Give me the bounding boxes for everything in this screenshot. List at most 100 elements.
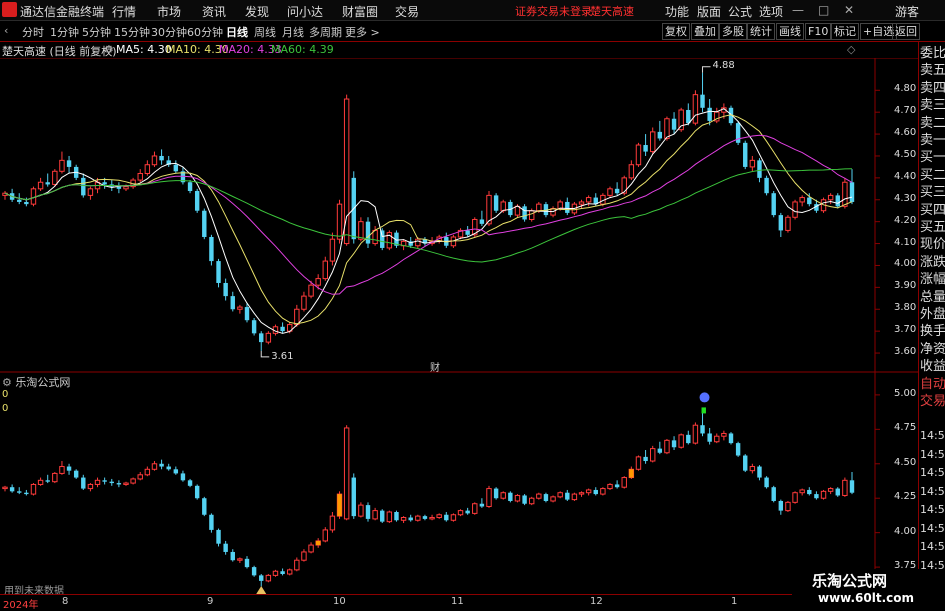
f10-button[interactable]: F10 xyxy=(805,23,832,40)
tab-more[interactable]: 更多 > xyxy=(345,24,380,40)
side-panel-item[interactable]: 净资 xyxy=(920,342,945,357)
settings-gear-icon[interactable]: ⚙ xyxy=(104,43,114,56)
price-bearish-candle xyxy=(216,261,221,283)
mark-button[interactable]: 标记 xyxy=(831,23,859,40)
side-panel-item[interactable]: 买二 xyxy=(920,168,945,183)
indicator-bearish-candle xyxy=(45,480,50,482)
side-panel-item[interactable]: 涨跌 xyxy=(920,255,945,270)
menu-item-discover[interactable]: 发现 xyxy=(245,3,269,20)
price-bullish-candle xyxy=(37,181,44,190)
side-panel-item[interactable]: 换手 xyxy=(920,324,945,339)
side-panel-item[interactable]: 自动 xyxy=(920,377,945,392)
menu-item-ask[interactable]: 问小达 xyxy=(287,3,323,20)
price-bearish-candle xyxy=(849,182,855,202)
menu-item-options[interactable]: 选项 xyxy=(759,3,783,20)
overlay-button[interactable]: 叠加 xyxy=(691,23,719,40)
multi-stock-button[interactable]: 多股 xyxy=(719,23,747,40)
tab-5min[interactable]: 5分钟 xyxy=(82,24,111,40)
indicator-bullish-candle xyxy=(400,517,407,521)
side-panel-item[interactable]: 买四 xyxy=(920,203,945,218)
tab-intraday[interactable]: 分时 xyxy=(22,24,44,40)
side-panel-item[interactable]: 卖一 xyxy=(920,133,945,148)
side-panel-item[interactable]: 交易 xyxy=(920,394,945,409)
side-panel-item[interactable]: 买三 xyxy=(920,185,945,200)
watermark-title: 乐淘公式网 xyxy=(812,572,888,590)
side-panel-item[interactable]: 总量 xyxy=(920,290,945,305)
price-bullish-candle xyxy=(678,109,684,131)
price-axis-label: 3.70 xyxy=(894,324,917,336)
side-panel-item[interactable]: 涨幅 xyxy=(920,272,945,287)
indicator-bearish-candle xyxy=(807,489,812,495)
guest-label[interactable]: 游客 xyxy=(895,3,919,20)
chevron-left-icon[interactable]: ‹ xyxy=(4,24,8,37)
tab-multi-period[interactable]: 多周期 xyxy=(309,24,342,40)
tab-daily[interactable]: 日线 xyxy=(226,24,248,40)
menu-item-function[interactable]: 功能 xyxy=(665,3,689,20)
indicator-bullish-candle xyxy=(600,488,606,495)
tab-30min[interactable]: 30分钟 xyxy=(151,24,187,40)
menu-item-news[interactable]: 资讯 xyxy=(202,3,226,20)
indicator-bullish-candle xyxy=(500,492,506,499)
tab-60min[interactable]: 60分钟 xyxy=(187,24,223,40)
trade-time: 14:56 xyxy=(920,484,945,498)
price-bullish-candle xyxy=(123,186,129,190)
menu-item-quotes[interactable]: 行情 xyxy=(112,3,136,20)
side-panel-item[interactable]: 收益 xyxy=(920,359,945,374)
side-panel-item[interactable]: 卖五 xyxy=(920,63,945,78)
close-icon[interactable]: ✕ xyxy=(844,3,854,17)
price-bearish-candle xyxy=(643,145,648,152)
indicator-info-bar: 楚天高速 (日线 前复权) ⚙ MA5: 4.30 MA10: 4.30 MA2… xyxy=(0,42,870,58)
price-bullish-candle xyxy=(692,94,699,124)
chart-title: 楚天高速 (日线 前复权) xyxy=(2,45,117,58)
indicator-bearish-candle xyxy=(465,510,470,514)
menu-item-layout[interactable]: 版面 xyxy=(697,3,721,20)
price-bearish-candle xyxy=(465,230,470,235)
minimize-icon[interactable]: — xyxy=(792,3,804,17)
indicator-value-a: 0 xyxy=(2,389,9,400)
high-price-label: 4.88 xyxy=(712,59,735,71)
side-panel-item[interactable]: 买一 xyxy=(920,150,945,165)
tab-monthly[interactable]: 月线 xyxy=(282,24,304,40)
settings-gear-icon[interactable]: ⚙ xyxy=(2,376,12,389)
indicator-bullish-candle xyxy=(649,448,656,462)
watermark-url: www.60lt.com xyxy=(818,591,915,605)
side-panel-item[interactable]: 卖四 xyxy=(920,81,945,96)
indicator-bearish-candle xyxy=(814,494,819,499)
diamond-icon[interactable]: ◇ xyxy=(847,43,855,56)
price-bearish-candle xyxy=(686,109,691,124)
statistics-button[interactable]: 统计 xyxy=(747,23,775,40)
back-button[interactable]: 返回 xyxy=(892,23,920,40)
price-bearish-candle xyxy=(24,201,29,205)
side-panel-item[interactable]: 现价 xyxy=(920,237,945,252)
indicator-bearish-candle xyxy=(493,488,499,499)
kline-chart[interactable] xyxy=(0,58,918,594)
side-panel-item[interactable]: 委比 xyxy=(920,46,945,61)
tab-weekly[interactable]: 周线 xyxy=(254,24,276,40)
tab-15min[interactable]: 15分钟 xyxy=(114,24,150,40)
warning-triangle-icon xyxy=(256,586,267,594)
indicator-bullish-candle xyxy=(514,494,521,502)
indicator-bearish-candle xyxy=(422,516,428,519)
indicator-bullish-candle xyxy=(123,482,129,485)
indicator-bullish-candle xyxy=(294,559,300,571)
login-warning[interactable]: 证券交易未登录 xyxy=(515,3,592,19)
price-bearish-candle xyxy=(102,182,107,185)
indicator-bearish-candle xyxy=(66,466,72,471)
menu-item-market[interactable]: 市场 xyxy=(157,3,181,20)
menu-item-formula[interactable]: 公式 xyxy=(728,3,752,20)
tab-1min[interactable]: 1分钟 xyxy=(50,24,79,40)
adjust-button[interactable]: 复权 xyxy=(662,23,690,40)
side-panel-item[interactable]: 买五 xyxy=(920,220,945,235)
price-bullish-candle xyxy=(322,260,329,280)
menu-item-wealth[interactable]: 财富圈 xyxy=(342,3,378,20)
price-bearish-candle xyxy=(614,188,620,194)
side-panel-item[interactable]: 外盘 xyxy=(920,307,945,322)
indicator-bearish-candle xyxy=(109,481,114,484)
watermark: 乐淘公式网 www.60lt.com xyxy=(792,569,945,609)
side-panel-item[interactable]: 卖二 xyxy=(920,116,945,131)
restore-icon[interactable]: □ xyxy=(818,3,829,17)
indicator-highlight-bar xyxy=(337,494,342,517)
side-panel-item[interactable]: 卖三 xyxy=(920,98,945,113)
menu-item-trade[interactable]: 交易 xyxy=(395,3,419,20)
draw-line-button[interactable]: 画线 xyxy=(776,23,804,40)
